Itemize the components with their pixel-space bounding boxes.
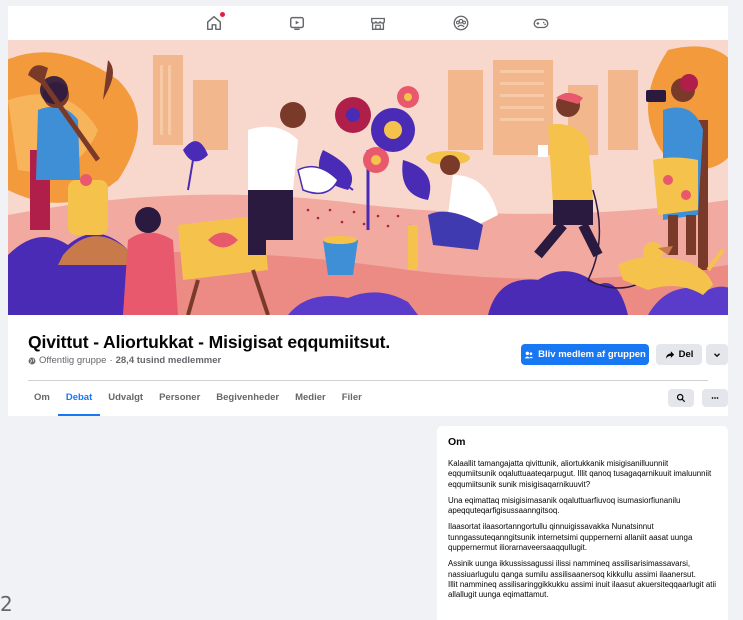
home-icon[interactable] [205, 12, 225, 32]
about-heading: Om [448, 436, 466, 448]
gaming-icon[interactable] [532, 14, 550, 32]
about-paragraph: Ilaasortat ilaasortanngortullu qinnuigis… [448, 522, 693, 553]
meta-separator: · [109, 355, 113, 366]
share-label: Del [678, 349, 694, 360]
about-paragraph: Assinik uunga ikkussissagussi ilissi nam… [448, 559, 696, 579]
cover-photo [8, 40, 728, 315]
about-paragraph: Kalaallit tamangajatta qivittunik, alior… [448, 459, 712, 489]
bucket [323, 236, 358, 275]
more-options-dropdown[interactable] [706, 344, 728, 365]
privacy-label: Offentlig gruppe [39, 355, 107, 366]
group-header: Qivittut - Aliortukkat - Misigisat eqqum… [8, 315, 728, 416]
tab-begivenheder[interactable]: Begivenheder [208, 381, 287, 416]
join-group-label: Bliv medlem af gruppen [538, 349, 646, 360]
tab-personer[interactable]: Personer [151, 381, 208, 416]
search-icon [676, 393, 686, 403]
group-tabs: Om Debat Udvalgt Personer Begivenheder M… [26, 381, 370, 416]
ellipsis-icon [711, 397, 719, 399]
chevron-down-icon [714, 352, 720, 357]
join-group-button[interactable]: Bliv medlem af gruppen [521, 344, 649, 365]
tab-filer[interactable]: Filer [334, 381, 370, 416]
video-icon[interactable] [288, 14, 306, 32]
add-group-icon [524, 351, 534, 358]
notification-dot [220, 12, 225, 17]
marketplace-icon[interactable] [369, 14, 387, 32]
globe-icon [28, 357, 36, 364]
groups-icon[interactable] [452, 14, 470, 32]
more-button[interactable] [702, 389, 728, 407]
page-number: 2 [0, 592, 13, 616]
top-navigation [8, 6, 728, 40]
tab-medier[interactable]: Medier [287, 381, 334, 416]
group-meta: Offentlig gruppe · 28,4 tusind medlemmer [28, 355, 221, 366]
tab-om[interactable]: Om [26, 381, 58, 416]
tab-debat[interactable]: Debat [57, 381, 101, 416]
search-button[interactable] [668, 389, 694, 407]
share-arrow-icon [665, 350, 674, 359]
share-button[interactable]: Del [656, 344, 702, 365]
group-title: Qivittut - Aliortukkat - Misigisat eqqum… [28, 332, 391, 352]
tab-udvalgt[interactable]: Udvalgt [100, 381, 151, 416]
about-card: Om Kalaallit tamangajatta qivittunik, al… [437, 426, 728, 620]
about-paragraph: Illit nammineq assilisaringgikkukku assi… [448, 579, 716, 600]
member-count[interactable]: 28,4 tusind medlemmer [116, 355, 222, 366]
about-paragraph: Una eqimattaq misigisimasanik oqaluttuar… [448, 495, 681, 516]
